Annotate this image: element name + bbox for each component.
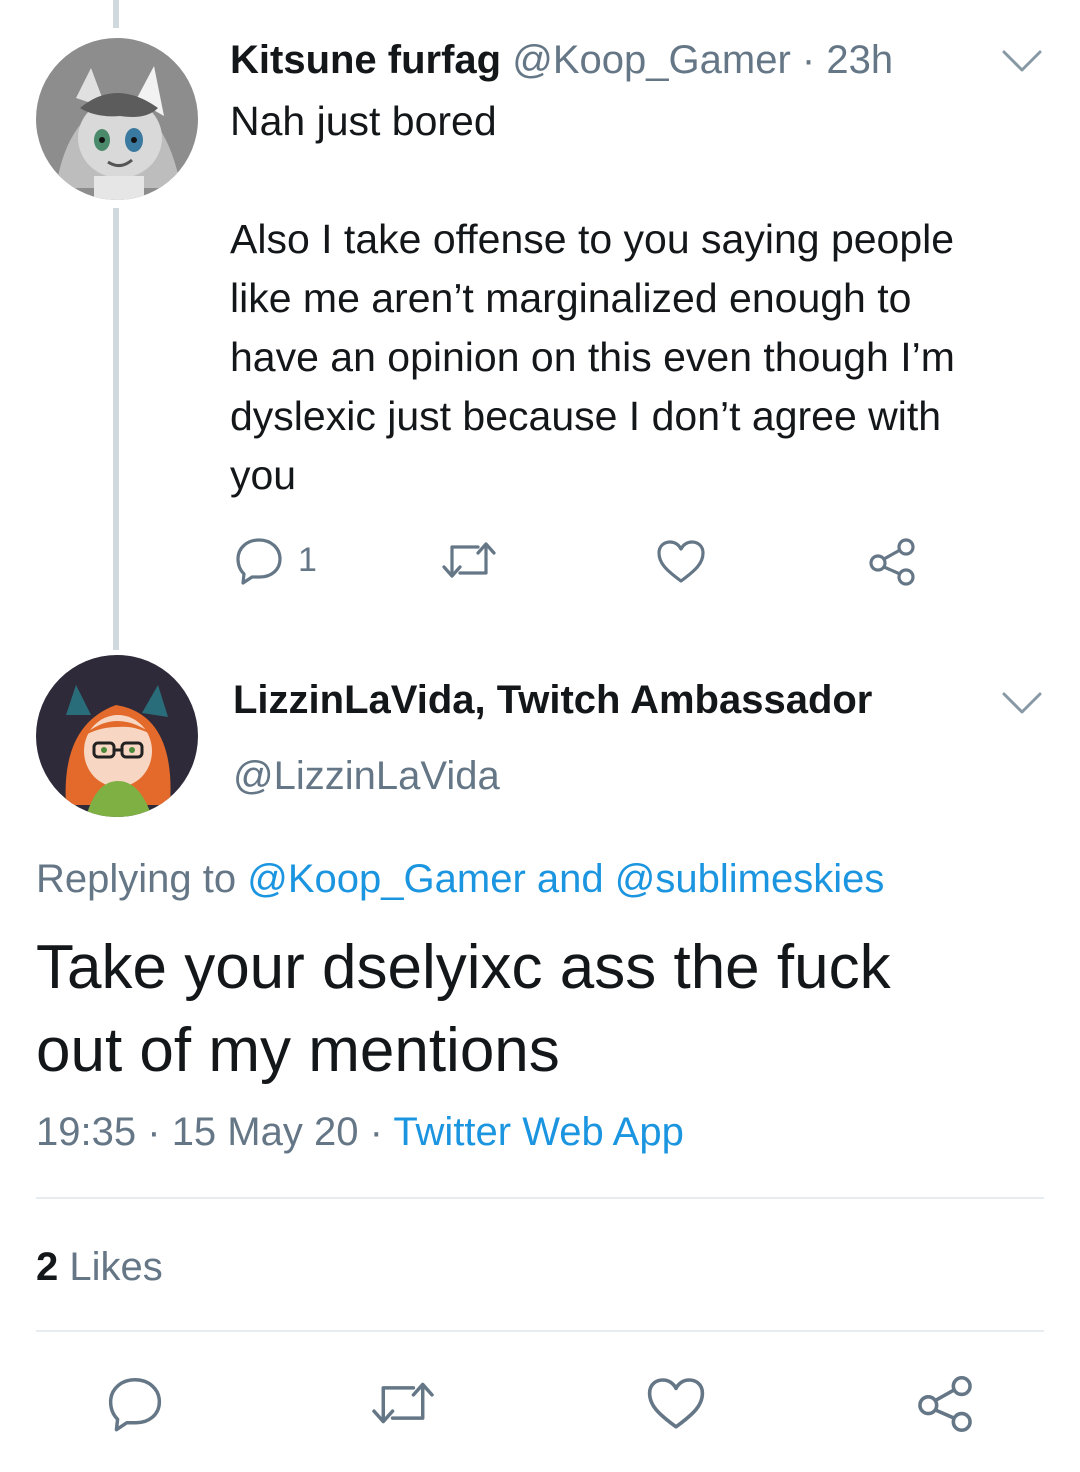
replying-user-link[interactable]: @Koop_Gamer bbox=[247, 857, 526, 901]
main-display-name[interactable]: LizzinLaVida, Twitch Ambassador bbox=[233, 676, 872, 724]
avatar-lizzinlavida[interactable] bbox=[36, 655, 198, 817]
tweet-date: 15 May 20 bbox=[171, 1110, 359, 1154]
like-button[interactable] bbox=[646, 1376, 706, 1432]
share-icon bbox=[918, 1375, 972, 1433]
parent-like-button[interactable] bbox=[656, 536, 706, 588]
retweet-icon bbox=[442, 542, 496, 578]
chevron-down-icon bbox=[1002, 50, 1042, 72]
parent-share-button[interactable] bbox=[866, 536, 918, 588]
parent-separator: · bbox=[801, 38, 816, 82]
likes-stat[interactable]: 2 Likes bbox=[36, 1243, 163, 1291]
divider bbox=[36, 1330, 1044, 1332]
main-handle[interactable]: @LizzinLaVida bbox=[233, 752, 500, 800]
reply-icon bbox=[236, 538, 282, 585]
divider bbox=[36, 1197, 1044, 1199]
replying-user-link[interactable]: @sublimeskies bbox=[615, 857, 885, 901]
share-button[interactable] bbox=[914, 1374, 976, 1434]
chevron-down-icon bbox=[1002, 692, 1042, 714]
parent-time[interactable]: 23h bbox=[826, 38, 893, 82]
tweet-source-link[interactable]: Twitter Web App bbox=[393, 1110, 684, 1154]
parent-handle[interactable]: @Koop_Gamer bbox=[512, 38, 791, 82]
reply-icon bbox=[108, 1378, 162, 1432]
thread-line-top bbox=[113, 0, 119, 28]
replying-and[interactable]: and bbox=[537, 857, 604, 901]
thread-line bbox=[113, 208, 119, 650]
share-icon bbox=[869, 538, 915, 586]
parent-reply-button[interactable]: 1 bbox=[234, 534, 317, 586]
parent-retweet-button[interactable] bbox=[440, 534, 498, 586]
meta-separator: · bbox=[369, 1110, 383, 1154]
replying-to: Replying to @Koop_Gamer and @sublimeskie… bbox=[36, 855, 884, 903]
likes-label: Likes bbox=[69, 1245, 163, 1289]
replying-prefix: Replying to bbox=[36, 857, 237, 901]
parent-tweet-text: Nah just bored Also I take offense to yo… bbox=[230, 98, 955, 498]
tweet-meta: 19:35 · 15 May 20 · Twitter Web App bbox=[36, 1108, 684, 1156]
parent-tweet-menu[interactable] bbox=[1000, 48, 1044, 74]
meta-separator: · bbox=[147, 1110, 161, 1154]
like-icon bbox=[647, 1378, 705, 1429]
main-tweet-text: Take your dselyixc ass the fuck out of m… bbox=[36, 933, 891, 1085]
main-tweet-menu[interactable] bbox=[1000, 690, 1044, 716]
parent-tweet-header: Kitsune furfag @Koop_Gamer · 23h bbox=[230, 36, 893, 84]
tweet-time: 19:35 bbox=[36, 1110, 137, 1154]
avatar-koop-gamer[interactable] bbox=[36, 38, 198, 200]
parent-reply-count: 1 bbox=[298, 540, 317, 579]
parent-display-name[interactable]: Kitsune furfag bbox=[230, 38, 501, 82]
retweet-icon bbox=[372, 1382, 434, 1424]
retweet-button[interactable] bbox=[368, 1374, 438, 1432]
likes-count: 2 bbox=[36, 1245, 59, 1289]
reply-button[interactable] bbox=[106, 1374, 164, 1432]
like-icon bbox=[657, 540, 705, 583]
